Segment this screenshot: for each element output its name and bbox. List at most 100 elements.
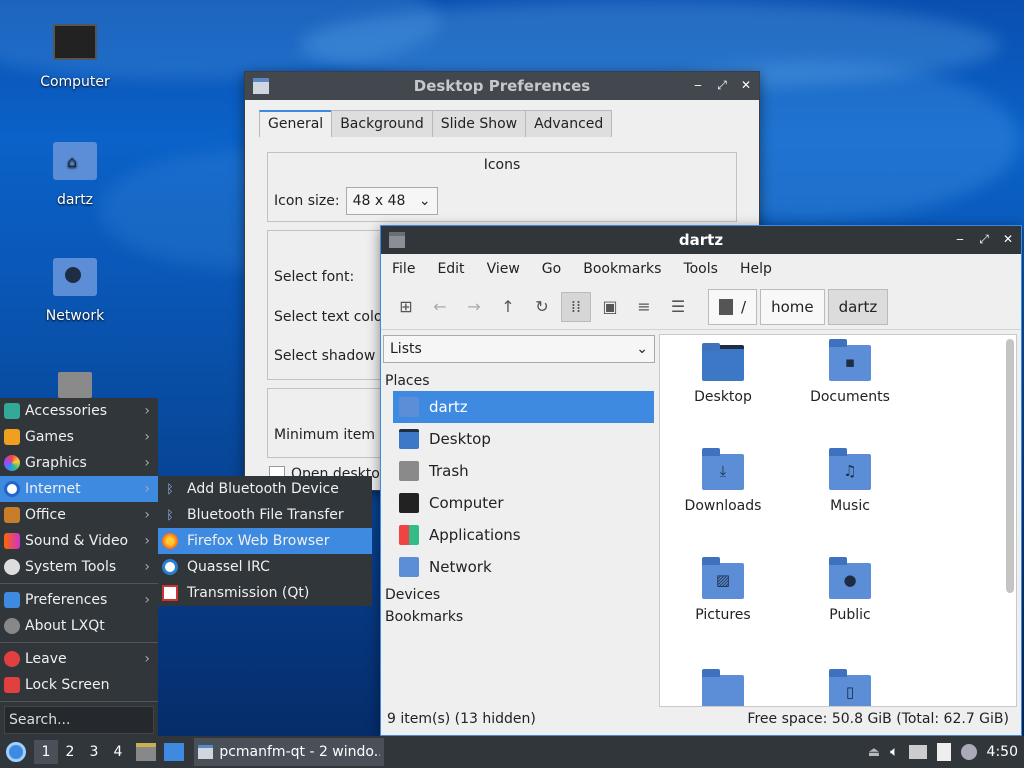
menu-separator	[0, 583, 158, 584]
clipboard-icon[interactable]	[936, 743, 951, 761]
menu-item-system-tools[interactable]: System Tools ›	[0, 554, 158, 580]
tab-background[interactable]: Background	[331, 110, 433, 137]
file-item[interactable]: ▯	[795, 669, 905, 706]
submenu-item-bluetooth-transfer[interactable]: ᛒ Bluetooth File Transfer	[158, 502, 372, 528]
workspace-2[interactable]: 2	[58, 740, 82, 764]
menu-file[interactable]: File	[381, 261, 426, 277]
place-computer[interactable]: Computer	[383, 487, 657, 519]
back-arrow-icon[interactable]: ←	[425, 292, 455, 322]
menu-item-graphics[interactable]: Graphics ›	[0, 450, 158, 476]
file-item[interactable]: ▨ Pictures	[668, 557, 778, 623]
submenu-item-transmission[interactable]: Transmission (Qt)	[158, 580, 372, 606]
minimize-icon[interactable]: ‒	[953, 232, 967, 246]
desktop-icon-dartz[interactable]: ⌂ dartz	[25, 142, 125, 208]
forward-arrow-icon[interactable]: →	[459, 292, 489, 322]
side-pane-mode-select[interactable]: Lists ⌄	[383, 335, 655, 363]
place-trash[interactable]: Trash	[383, 455, 657, 487]
file-manager-launcher-icon[interactable]	[136, 743, 156, 761]
minimize-icon[interactable]: ‒	[691, 78, 705, 92]
compact-view-icon[interactable]: ≡	[629, 292, 659, 322]
taskbar-task[interactable]: pcmanfm-qt - 2 windo...	[194, 738, 384, 766]
workspace-1[interactable]: 1	[34, 740, 58, 764]
place-dartz[interactable]: dartz	[393, 391, 654, 423]
menu-bookmarks[interactable]: Bookmarks	[572, 261, 672, 277]
menu-item-leave[interactable]: Leave ›	[0, 646, 158, 672]
file-label: Pictures	[695, 607, 751, 623]
places-header[interactable]: Places	[383, 363, 657, 391]
file-label: Downloads	[684, 498, 762, 514]
menu-item-office[interactable]: Office ›	[0, 502, 158, 528]
menu-tools[interactable]: Tools	[672, 261, 729, 277]
place-network[interactable]: Network	[383, 551, 657, 583]
start-menu-button[interactable]	[2, 738, 30, 766]
menu-go[interactable]: Go	[531, 261, 572, 277]
submenu-item-add-bluetooth[interactable]: ᛒ Add Bluetooth Device	[158, 476, 372, 502]
bookmarks-header[interactable]: Bookmarks	[383, 607, 657, 629]
menu-edit[interactable]: Edit	[426, 261, 475, 277]
menu-help[interactable]: Help	[729, 261, 783, 277]
desktop-icon-label: dartz	[56, 192, 94, 208]
chevron-right-icon: ›	[144, 403, 150, 419]
file-item[interactable]: Desktop	[668, 343, 778, 405]
titlebar[interactable]: dartz ‒ ⤢ ✕	[381, 226, 1021, 254]
thumbnail-view-icon[interactable]: ▣	[595, 292, 625, 322]
menu-item-preferences[interactable]: Preferences ›	[0, 587, 158, 613]
close-icon[interactable]: ✕	[1001, 232, 1015, 246]
file-item[interactable]: ⤓ Downloads	[668, 448, 778, 514]
place-desktop[interactable]: Desktop	[383, 423, 657, 455]
titlebar[interactable]: Desktop Preferences ‒ ⤢ ✕	[245, 72, 759, 100]
show-desktop-icon[interactable]	[164, 743, 184, 761]
toolbar: ⊞ ← → ↑ ↻ ⁞⁞ ▣ ≡ ☰ / home dartz	[381, 284, 1021, 330]
place-applications[interactable]: Applications	[383, 519, 657, 551]
workspace-3[interactable]: 3	[82, 740, 106, 764]
breadcrumb-root[interactable]: /	[708, 288, 758, 325]
breadcrumb-dartz[interactable]: dartz	[827, 288, 889, 325]
file-item[interactable]: ♫ Music	[795, 448, 905, 514]
file-item[interactable]	[668, 669, 778, 706]
tab-general[interactable]: General	[259, 110, 333, 137]
file-label: Documents	[810, 389, 890, 405]
bluetooth-icon: ᛒ	[166, 482, 174, 496]
network-status-icon[interactable]	[908, 745, 927, 759]
icon-size-select[interactable]: 48 x 48 ⌄	[345, 187, 438, 215]
chevron-right-icon: ›	[144, 507, 150, 523]
new-tab-icon[interactable]: ⊞	[391, 292, 421, 322]
close-icon[interactable]: ✕	[739, 78, 753, 92]
menu-label: Graphics	[25, 455, 87, 471]
clock[interactable]: 4:50	[987, 744, 1018, 760]
submenu-item-firefox[interactable]: Firefox Web Browser	[158, 528, 372, 554]
workspace-4[interactable]: 4	[106, 740, 130, 764]
menu-item-internet[interactable]: Internet ›	[0, 476, 158, 502]
file-item[interactable]: ▪ Documents	[795, 339, 905, 405]
icon-view-icon[interactable]: ⁞⁞	[561, 291, 591, 322]
menu-item-lock-screen[interactable]: Lock Screen	[0, 672, 158, 698]
tab-slide-show[interactable]: Slide Show	[431, 110, 527, 137]
tab-advanced[interactable]: Advanced	[525, 110, 613, 137]
desktop-icon-computer[interactable]: Computer	[25, 24, 125, 90]
pictures-folder-icon: ▨	[702, 557, 744, 599]
submenu-item-quassel[interactable]: Quassel IRC	[158, 554, 372, 580]
trash-icon	[58, 372, 92, 398]
place-label: Trash	[429, 462, 469, 480]
reload-icon[interactable]: ↻	[527, 292, 557, 322]
menu-label: Leave	[25, 651, 67, 667]
maximize-icon[interactable]: ⤢	[977, 232, 991, 246]
menu-item-games[interactable]: Games ›	[0, 424, 158, 450]
menu-item-sound-video[interactable]: Sound & Video ›	[0, 528, 158, 554]
up-arrow-icon[interactable]: ↑	[493, 292, 523, 322]
menu-view[interactable]: View	[476, 261, 531, 277]
trash-icon	[399, 461, 419, 481]
file-item[interactable]: ● Public	[795, 557, 905, 623]
breadcrumb-home[interactable]: home	[760, 288, 825, 325]
maximize-icon[interactable]: ⤢	[715, 78, 729, 92]
desktop-icon-network[interactable]: Network	[25, 258, 125, 324]
menu-item-about[interactable]: About LXQt	[0, 613, 158, 639]
detailed-list-icon[interactable]: ☰	[663, 292, 693, 322]
volume-icon[interactable]: 🔈︎	[890, 744, 898, 760]
scrollbar[interactable]	[1006, 339, 1014, 593]
notification-icon[interactable]	[960, 744, 977, 760]
devices-header[interactable]: Devices	[383, 583, 657, 607]
search-input[interactable]: Search...	[4, 706, 154, 734]
menu-item-accessories[interactable]: Accessories ›	[0, 398, 158, 424]
eject-icon[interactable]: ⏏	[868, 745, 880, 760]
